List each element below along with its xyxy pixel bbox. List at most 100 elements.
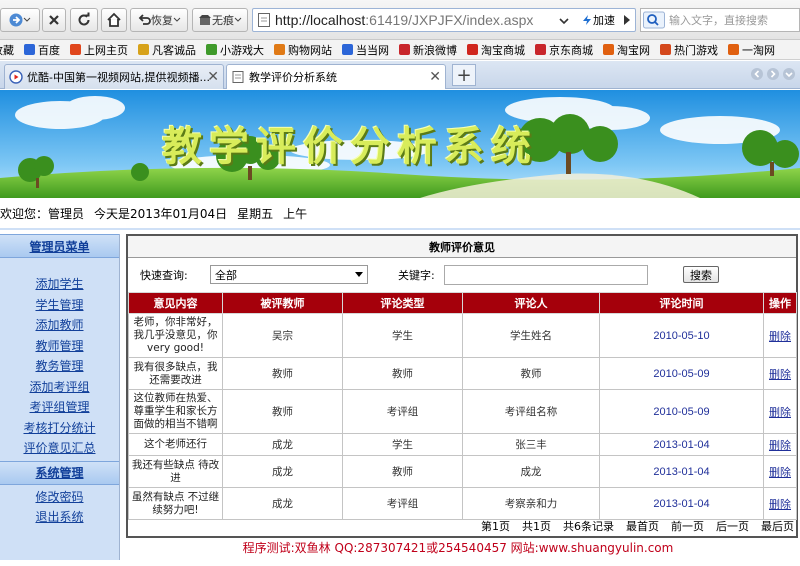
table-body: 老师，你非常好，我几乎没意见，你very good! 吴宗 学生 学生姓名 2010-0… bbox=[128, 313, 797, 520]
tab-youku[interactable]: 优酷-中国第一视频网站,提供视频播... ✕ bbox=[4, 64, 224, 89]
delete-link[interactable]: 删除 bbox=[763, 455, 797, 488]
favorite-item[interactable]: 淘宝商城 bbox=[467, 42, 525, 58]
search-button[interactable]: 搜索 bbox=[683, 266, 719, 283]
banner-title: 教学评价分析系统 bbox=[162, 123, 538, 170]
home-button[interactable] bbox=[101, 8, 127, 32]
browser-search-box[interactable]: 输入文字，直接搜索 bbox=[640, 8, 800, 32]
favorite-item[interactable]: 百度 bbox=[24, 42, 60, 58]
close-icon[interactable]: ✕ bbox=[429, 69, 441, 85]
table-row: 我还有些缺点 待改进 成龙 教师 成龙 2013-01-04 删除 bbox=[128, 455, 797, 488]
pager-first[interactable]: 最首页 bbox=[626, 518, 659, 534]
favorite-item[interactable]: 购物网站 bbox=[274, 42, 332, 58]
close-x-icon bbox=[49, 15, 59, 25]
column-header: 评论类型 bbox=[342, 292, 463, 314]
cell-type: 教师 bbox=[342, 357, 463, 390]
cell-teacher: 教师 bbox=[222, 389, 343, 434]
sidebar-item[interactable]: 学生管理 bbox=[0, 295, 119, 316]
cell-reviewer: 教师 bbox=[462, 357, 600, 390]
quick-query-label: 快速查询: bbox=[140, 269, 188, 282]
cell-content: 虽然有缺点 不过继续努力吧! bbox=[128, 487, 223, 520]
favorite-item[interactable]: 一淘网 bbox=[728, 42, 775, 58]
close-icon[interactable]: ✕ bbox=[207, 69, 219, 85]
restore-button[interactable]: 恢复 bbox=[130, 8, 188, 32]
forward-button[interactable] bbox=[0, 8, 40, 32]
new-tab-button[interactable]: + bbox=[452, 64, 476, 86]
pager-prev[interactable]: 前一页 bbox=[671, 518, 704, 534]
delete-link[interactable]: 删除 bbox=[763, 357, 797, 390]
cell-type: 考评组 bbox=[342, 487, 463, 520]
pager-total-records: 共6条记录 bbox=[563, 520, 614, 533]
cell-teacher: 成龙 bbox=[222, 433, 343, 456]
favorite-item[interactable]: 凡客诚品 bbox=[138, 42, 196, 58]
cell-type: 学生 bbox=[342, 313, 463, 358]
tab-jxpj[interactable]: 教学评价分析系统 ✕ bbox=[226, 64, 446, 89]
chevron-down-icon[interactable] bbox=[782, 67, 796, 81]
favorite-icon bbox=[24, 44, 35, 55]
keyword-input[interactable] bbox=[444, 265, 648, 285]
cell-date: 2010-05-09 bbox=[599, 389, 764, 434]
accelerate-button[interactable]: 加速 bbox=[581, 12, 615, 28]
favorite-item[interactable]: 京东商城 bbox=[535, 42, 593, 58]
cell-type: 教师 bbox=[342, 455, 463, 488]
cell-reviewer: 考察亲和力 bbox=[462, 487, 600, 520]
sidebar-item[interactable]: 添加教师 bbox=[0, 315, 119, 336]
quick-query-select[interactable]: 全部 bbox=[210, 265, 368, 284]
favorite-item[interactable]: 收藏 bbox=[0, 42, 14, 58]
go-arrow-icon[interactable] bbox=[620, 9, 634, 31]
pager-current: 第1页 bbox=[481, 520, 510, 533]
stop-button[interactable] bbox=[42, 8, 66, 32]
cell-date: 2010-05-10 bbox=[599, 313, 764, 358]
delete-link[interactable]: 删除 bbox=[763, 433, 797, 456]
sidebar-item[interactable]: 考评组管理 bbox=[0, 397, 119, 418]
cell-date: 2013-01-04 bbox=[599, 455, 764, 488]
delete-link[interactable]: 删除 bbox=[763, 487, 797, 520]
scroll-right-icon[interactable] bbox=[766, 67, 780, 81]
delete-link[interactable]: 删除 bbox=[763, 313, 797, 358]
table-row: 我有很多缺点，我还需要改进 教师 教师 教师 2010-05-09 删除 bbox=[128, 357, 797, 390]
favorite-item[interactable]: 上网主页 bbox=[70, 42, 128, 58]
cell-reviewer: 张三丰 bbox=[462, 433, 600, 456]
cell-date: 2013-01-04 bbox=[599, 433, 764, 456]
search-icon bbox=[643, 11, 665, 29]
admin-menu-heading[interactable]: 管理员菜单 bbox=[0, 234, 119, 258]
incognito-button[interactable]: 无痕 bbox=[192, 8, 248, 32]
favorite-item[interactable]: 淘宝网 bbox=[603, 42, 650, 58]
filter-bar: 快速查询: 全部 关键字: 搜索 bbox=[128, 258, 796, 292]
favorite-item[interactable]: 小游戏大 bbox=[206, 42, 264, 58]
welcome-bar: 欢迎您：管理员 今天是2013年01月04日 星期五 上午 bbox=[0, 198, 800, 230]
pager-next[interactable]: 后一页 bbox=[716, 518, 749, 534]
home-icon bbox=[107, 12, 121, 27]
favorite-item[interactable]: 当当网 bbox=[342, 42, 389, 58]
favorite-item[interactable]: 新浪微博 bbox=[399, 42, 457, 58]
browser-toolbar: 恢复 无痕 http://localhost:61419/JXPJFX/inde… bbox=[0, 0, 800, 40]
system-menu-heading[interactable]: 系统管理 bbox=[0, 460, 119, 485]
chevron-down-icon[interactable] bbox=[559, 16, 569, 26]
sidebar-item[interactable]: 考核打分统计 bbox=[0, 418, 119, 439]
sidebar-item[interactable]: 添加考评组 bbox=[0, 377, 119, 398]
favorite-icon bbox=[70, 44, 81, 55]
sidebar-item[interactable]: 教务管理 bbox=[0, 356, 119, 377]
favorite-item[interactable]: 热门游戏 bbox=[660, 42, 718, 58]
favorite-icon bbox=[535, 44, 546, 55]
address-bar[interactable]: http://localhost:61419/JXPJFX/index.aspx… bbox=[252, 8, 636, 32]
tab-label: 教学评价分析系统 bbox=[249, 71, 337, 84]
sidebar-item[interactable]: 添加学生 bbox=[0, 274, 119, 295]
restore-label: 恢复 bbox=[151, 14, 173, 27]
pager-last[interactable]: 最后页 bbox=[761, 518, 794, 534]
cell-type: 考评组 bbox=[342, 389, 463, 434]
browser-tab-bar: 优酷-中国第一视频网站,提供视频播... ✕ 教学评价分析系统 ✕ + bbox=[0, 61, 800, 89]
scroll-left-icon[interactable] bbox=[750, 67, 764, 81]
incognito-label: 无痕 bbox=[212, 14, 234, 27]
delete-link[interactable]: 删除 bbox=[763, 389, 797, 434]
favorite-label: 小游戏大 bbox=[220, 43, 264, 57]
page-icon bbox=[258, 13, 270, 27]
favorite-label: 上网主页 bbox=[84, 43, 128, 57]
sidebar-item[interactable]: 退出系统 bbox=[0, 507, 119, 528]
refresh-button[interactable] bbox=[70, 8, 98, 32]
sidebar-item[interactable]: 修改密码 bbox=[0, 487, 119, 508]
chevron-down-icon bbox=[234, 17, 242, 22]
column-header: 评论时间 bbox=[599, 292, 764, 314]
sidebar-item[interactable]: 评价意见汇总 bbox=[0, 438, 119, 459]
cell-date: 2013-01-04 bbox=[599, 487, 764, 520]
sidebar-item[interactable]: 教师管理 bbox=[0, 336, 119, 357]
